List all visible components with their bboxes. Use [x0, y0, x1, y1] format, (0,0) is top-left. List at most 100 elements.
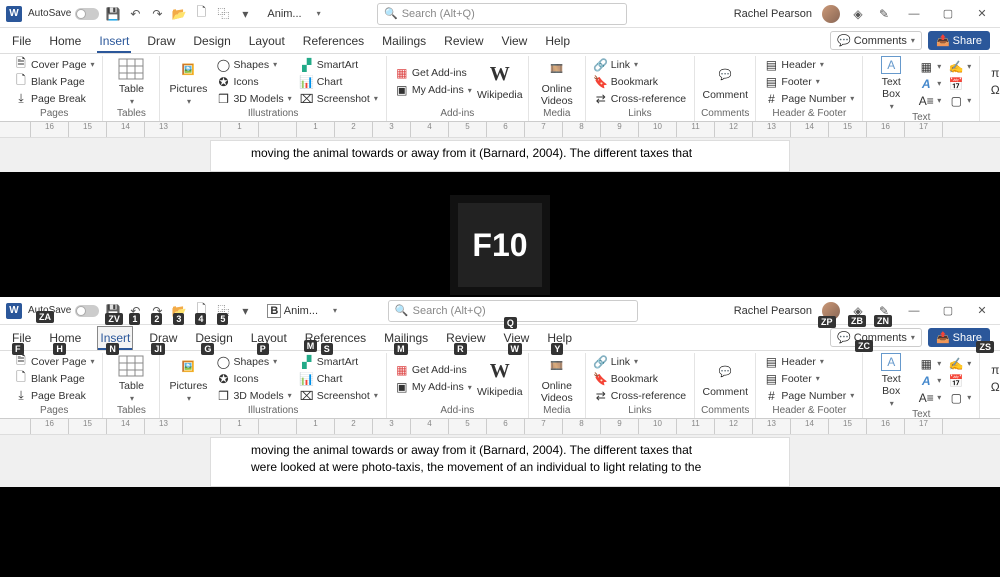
toggle-track-icon[interactable]	[75, 8, 99, 20]
footer-button[interactable]: ▤Footer▾	[762, 371, 856, 387]
my-addins-button[interactable]: ▣My Add-ins▾	[393, 82, 474, 98]
page-break-button[interactable]: ⤓Page Break	[12, 388, 96, 404]
equation-button[interactable]: πEquation▾	[986, 65, 1000, 81]
smartart-button[interactable]: ▞SmartArt	[298, 57, 380, 73]
blank-page-button[interactable]: 🗋Blank Page	[12, 371, 96, 387]
textbox-button[interactable]: A Text Box▾	[869, 56, 913, 111]
tab-review[interactable]: ReviewR	[444, 327, 487, 349]
autosave-toggle[interactable]: AutoSave ZA	[28, 305, 99, 317]
bookmark-button[interactable]: 🔖Bookmark	[592, 371, 688, 387]
maximize-icon[interactable]: ▢	[936, 4, 960, 24]
avatar[interactable]	[822, 5, 840, 23]
pictures-button[interactable]: 🖼️ Pictures▾	[166, 56, 210, 107]
comment-button[interactable]: 💬 Comment	[703, 56, 747, 107]
redo-icon[interactable]: ↷	[149, 6, 165, 22]
qat-dropdown-icon[interactable]: ▾	[237, 6, 253, 22]
comments-button[interactable]: 💬 Comments ▾	[830, 31, 922, 50]
header-button[interactable]: ▤Header▾	[762, 57, 856, 73]
equation-button[interactable]: πEquation▾	[986, 362, 1000, 378]
pen-icon[interactable]: ✎	[876, 6, 892, 22]
blank-page-button[interactable]: 🗋Blank Page	[12, 74, 96, 90]
pagenumber-button[interactable]: #Page Number▾	[762, 388, 856, 404]
ruler[interactable]: 1615141311234567891011121314151617	[0, 419, 1000, 435]
document-page[interactable]: moving the animal towards or away from i…	[210, 140, 790, 172]
pictures-button[interactable]: 🖼️Pictures▾	[166, 353, 210, 404]
tab-home[interactable]: HomeH	[47, 327, 83, 349]
symbol-button[interactable]: ΩSymbol▾	[986, 379, 1000, 395]
tab-help[interactable]: HelpY	[545, 327, 574, 349]
xref-button[interactable]: ⇄Cross-reference	[592, 91, 688, 107]
table-button[interactable]: Table▾	[109, 56, 153, 107]
datetime-button[interactable]: 📅	[947, 76, 973, 92]
link-button[interactable]: 🔗Link▾	[592, 57, 688, 73]
doc-title[interactable]: B Anim...	[259, 305, 326, 317]
doc-title[interactable]: Anim...	[259, 8, 309, 20]
chart-button[interactable]: 📊Chart	[298, 74, 380, 90]
footer-button[interactable]: ▤Footer▾	[762, 74, 856, 90]
link-button[interactable]: 🔗Link▾	[592, 354, 688, 370]
pen-icon[interactable]: ✎ZN	[876, 303, 892, 319]
qat-dropdown-icon[interactable]: ▾	[237, 303, 253, 319]
get-addins-button[interactable]: ▦Get Add-ins	[393, 65, 474, 81]
new-doc-icon[interactable]: 🗋	[193, 6, 209, 22]
tab-draw[interactable]: DrawJI	[147, 327, 179, 349]
online-videos-button[interactable]: 🎞️Online Videos	[535, 353, 579, 404]
close-icon[interactable]: ✕	[970, 301, 994, 321]
new-doc-icon[interactable]: 🗋4	[193, 303, 209, 319]
wikipedia-button[interactable]: W Wikipedia	[478, 56, 522, 107]
close-icon[interactable]: ✕	[970, 4, 994, 24]
smartart-button[interactable]: ▞SmartArtM	[298, 354, 380, 370]
user-name[interactable]: Rachel Pearson	[734, 8, 812, 20]
screenshot-button[interactable]: ⌧Screenshot▾	[298, 388, 380, 404]
shapes-button[interactable]: ◯Shapes▾	[214, 354, 293, 370]
shapes-button[interactable]: ◯Shapes▾	[214, 57, 293, 73]
wordart-button[interactable]: A▾	[917, 76, 943, 92]
search-box[interactable]: 🔍 Search (Alt+Q) Q	[388, 300, 638, 322]
dropcap-button[interactable]: A≡▾	[917, 93, 943, 109]
wikipedia-button[interactable]: WWikipedia	[478, 353, 522, 404]
tab-mailings[interactable]: Mailings	[380, 30, 428, 52]
tab-file[interactable]: FileF	[10, 327, 33, 349]
redo-icon[interactable]: ↷2	[149, 303, 165, 319]
undo-icon[interactable]: ↶1	[127, 303, 143, 319]
save-icon[interactable]: 💾ZV	[105, 303, 121, 319]
tab-design[interactable]: DesignG	[193, 327, 234, 349]
autosave-toggle[interactable]: AutoSave	[28, 8, 99, 20]
page-break-button[interactable]: ⤓Page Break	[12, 91, 96, 107]
chart-button[interactable]: 📊Chart	[298, 371, 380, 387]
xref-button[interactable]: ⇄Cross-reference	[592, 388, 688, 404]
tab-layout[interactable]: LayoutP	[249, 327, 289, 349]
tab-view[interactable]: ViewW	[502, 327, 532, 349]
tab-help[interactable]: Help	[543, 30, 572, 52]
tab-view[interactable]: View	[500, 30, 530, 52]
avatar[interactable]: ZP	[822, 302, 840, 320]
my-addins-button[interactable]: ▣My Add-ins▾	[393, 379, 474, 395]
folder-open-icon[interactable]: 📂	[171, 6, 187, 22]
tab-insert[interactable]: Insert	[97, 30, 131, 52]
quickparts-button[interactable]: ▦▾	[917, 59, 943, 75]
icons-button[interactable]: ✪Icons	[214, 74, 293, 90]
save-icon[interactable]: 💾	[105, 6, 121, 22]
object-button[interactable]: ▢▾	[947, 93, 973, 109]
diamond-icon[interactable]: ◈	[850, 6, 866, 22]
search-box[interactable]: 🔍 Search (Alt+Q)	[377, 3, 627, 25]
comment-button[interactable]: 💬Comment	[703, 353, 747, 404]
undo-icon[interactable]: ↶	[127, 6, 143, 22]
ruler[interactable]: 1615141311234567891011121314151617	[0, 122, 1000, 138]
maximize-icon[interactable]: ▢	[936, 301, 960, 321]
screenshot-button[interactable]: ⌧Screenshot▾	[298, 91, 380, 107]
comments-button[interactable]: 💬 Comments ▾ZC	[830, 328, 922, 347]
tab-mailings[interactable]: MailingsM	[382, 327, 430, 349]
3dmodels-button[interactable]: ❒3D Models▾	[214, 388, 293, 404]
minimize-icon[interactable]: —	[902, 301, 926, 321]
signature-button[interactable]: ✍▾	[947, 59, 973, 75]
symbol-button[interactable]: ΩSymbol▾	[986, 82, 1000, 98]
tab-layout[interactable]: Layout	[247, 30, 287, 52]
tab-file[interactable]: File	[10, 30, 33, 52]
table-button[interactable]: Table▾	[109, 353, 153, 404]
textbox-button[interactable]: AText Box▾	[869, 353, 913, 408]
icons-button[interactable]: ✪Icons	[214, 371, 293, 387]
share-button[interactable]: 📤 ShareZS	[928, 328, 990, 347]
tab-draw[interactable]: Draw	[145, 30, 177, 52]
copy-icon[interactable]: ⿻	[215, 6, 231, 22]
